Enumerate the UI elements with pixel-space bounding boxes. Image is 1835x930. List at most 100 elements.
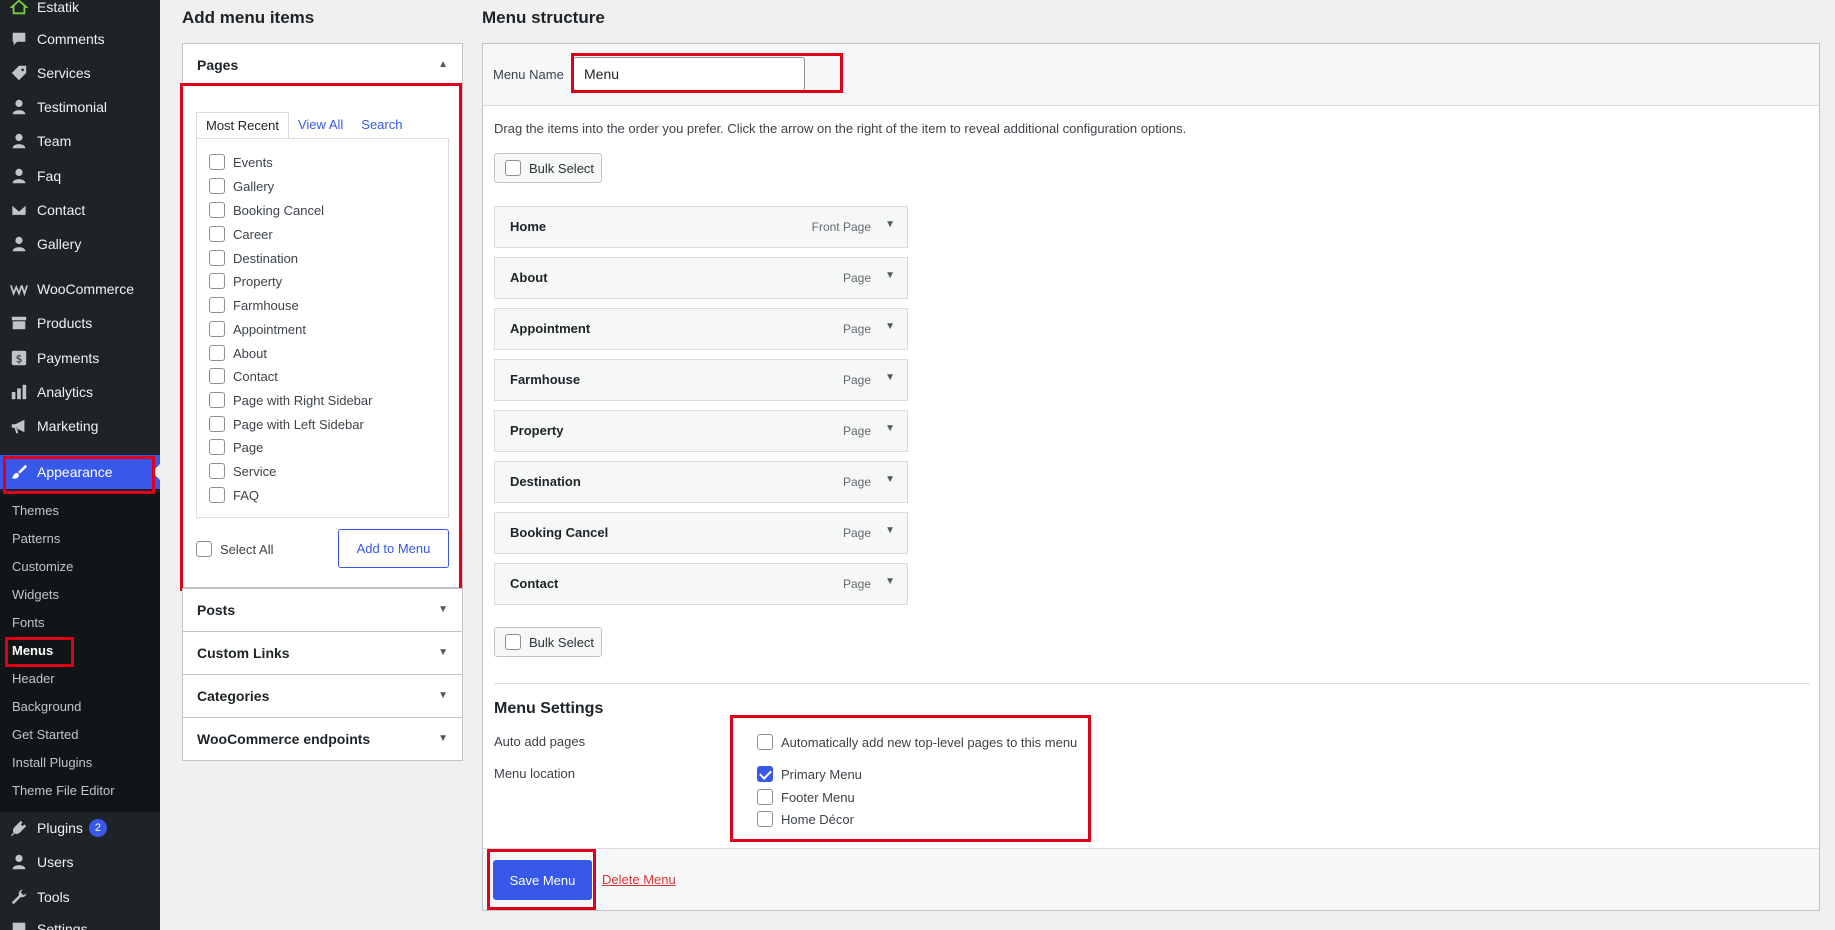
sidebar-item-settings[interactable]: Settings	[0, 912, 160, 930]
sidebar-item-gallery[interactable]: Gallery	[0, 227, 160, 261]
page-checkbox[interactable]	[209, 439, 225, 455]
page-checkbox[interactable]	[209, 250, 225, 266]
chevron-down-icon[interactable]: ▼	[885, 219, 895, 230]
chevron-down-icon[interactable]: ▼	[885, 423, 895, 434]
list-item[interactable]: Page	[209, 439, 263, 455]
submenu-theme-file-editor[interactable]: Theme File Editor	[12, 783, 115, 798]
menu-item-row[interactable]: Destination Page ▼	[494, 461, 908, 503]
list-item[interactable]: Destination	[209, 250, 298, 266]
menu-item-row[interactable]: Appointment Page ▼	[494, 308, 908, 350]
page-checkbox[interactable]	[209, 392, 225, 408]
auto-add-box[interactable]	[757, 734, 773, 750]
delete-menu-link[interactable]: Delete Menu	[602, 872, 676, 887]
sidebar-item-payments[interactable]: $ Payments	[0, 341, 160, 375]
submenu-patterns[interactable]: Patterns	[12, 531, 60, 546]
bulk-select-checkbox[interactable]	[505, 160, 521, 176]
tab-most-recent[interactable]: Most Recent	[196, 112, 289, 139]
sidebar-item-tools[interactable]: Tools	[0, 880, 160, 914]
bulk-select-button-bottom[interactable]: Bulk Select	[494, 627, 602, 657]
submenu-widgets[interactable]: Widgets	[12, 587, 59, 602]
posts-accordion[interactable]: Posts ▼	[182, 588, 463, 632]
sidebar-item-estatik[interactable]: Estatik	[0, 0, 160, 24]
sidebar-item-users[interactable]: Users	[0, 845, 160, 879]
sidebar-item-appearance[interactable]: Appearance	[0, 455, 160, 489]
list-item[interactable]: Page with Left Sidebar	[209, 416, 364, 432]
menu-item-row[interactable]: Contact Page ▼	[494, 563, 908, 605]
submenu-install-plugins[interactable]: Install Plugins	[12, 755, 92, 770]
menu-item-row[interactable]: Home Front Page ▼	[494, 206, 908, 248]
submenu-header[interactable]: Header	[12, 671, 55, 686]
submenu-get-started[interactable]: Get Started	[12, 727, 78, 742]
menu-name-input[interactable]: Menu	[573, 57, 805, 91]
primary-menu-box[interactable]	[757, 766, 773, 782]
list-item[interactable]: Events	[209, 154, 273, 170]
submenu-menus[interactable]: Menus	[12, 643, 53, 658]
save-menu-button[interactable]: Save Menu	[493, 860, 592, 900]
tab-search[interactable]: Search	[352, 112, 411, 139]
sidebar-item-testimonial[interactable]: Testimonial	[0, 90, 160, 124]
list-item[interactable]: Gallery	[209, 178, 274, 194]
location-footer-checkbox[interactable]: Footer Menu	[757, 789, 855, 805]
menu-item-row[interactable]: About Page ▼	[494, 257, 908, 299]
list-item[interactable]: Page with Right Sidebar	[209, 392, 372, 408]
sidebar-item-products[interactable]: Products	[0, 306, 160, 340]
woocommerce-endpoints-accordion[interactable]: WooCommerce endpoints ▼	[182, 717, 463, 761]
sidebar-item-contact[interactable]: Contact	[0, 193, 160, 227]
tab-view-all[interactable]: View All	[289, 112, 352, 139]
page-checkbox[interactable]	[209, 154, 225, 170]
list-item[interactable]: Property	[209, 273, 282, 289]
page-checkbox[interactable]	[209, 297, 225, 313]
sidebar-item-plugins[interactable]: Plugins 2	[0, 811, 160, 845]
categories-accordion[interactable]: Categories ▼	[182, 674, 463, 718]
list-item[interactable]: Career	[209, 226, 273, 242]
location-home-decor-checkbox[interactable]: Home Décor	[757, 811, 854, 827]
home-decor-box[interactable]	[757, 811, 773, 827]
submenu-background[interactable]: Background	[12, 699, 81, 714]
list-item[interactable]: FAQ	[209, 487, 259, 503]
chevron-down-icon[interactable]: ▼	[885, 576, 895, 587]
menu-item-row[interactable]: Farmhouse Page ▼	[494, 359, 908, 401]
list-item[interactable]: Booking Cancel	[209, 202, 324, 218]
sidebar-item-analytics[interactable]: Analytics	[0, 375, 160, 409]
chevron-down-icon[interactable]: ▼	[885, 474, 895, 485]
page-checkbox[interactable]	[209, 321, 225, 337]
chevron-down-icon[interactable]: ▼	[885, 525, 895, 536]
location-primary-checkbox[interactable]: Primary Menu	[757, 766, 862, 782]
sidebar-item-team[interactable]: Team	[0, 124, 160, 158]
bulk-select-checkbox[interactable]	[505, 634, 521, 650]
submenu-customize[interactable]: Customize	[12, 559, 73, 574]
page-checkbox[interactable]	[209, 273, 225, 289]
submenu-fonts[interactable]: Fonts	[12, 615, 45, 630]
list-item[interactable]: Appointment	[209, 321, 306, 337]
list-item[interactable]: Farmhouse	[209, 297, 299, 313]
list-item[interactable]: Service	[209, 463, 276, 479]
add-to-menu-button[interactable]: Add to Menu	[338, 529, 449, 568]
bulk-select-button-top[interactable]: Bulk Select	[494, 153, 602, 183]
page-checkbox[interactable]	[209, 226, 225, 242]
footer-menu-box[interactable]	[757, 789, 773, 805]
menu-item-row[interactable]: Property Page ▼	[494, 410, 908, 452]
list-item[interactable]: Contact	[209, 368, 278, 384]
sidebar-item-woocommerce[interactable]: WooCommerce	[0, 272, 160, 306]
page-checkbox[interactable]	[209, 463, 225, 479]
select-all-box[interactable]	[196, 541, 212, 557]
page-checkbox[interactable]	[209, 345, 225, 361]
pages-accordion-title[interactable]: Pages ▲	[183, 44, 462, 86]
submenu-themes[interactable]: Themes	[12, 503, 59, 518]
list-item[interactable]: About	[209, 345, 267, 361]
chevron-down-icon[interactable]: ▼	[885, 321, 895, 332]
sidebar-item-faq[interactable]: Faq	[0, 159, 160, 193]
auto-add-checkbox[interactable]: Automatically add new top-level pages to…	[757, 734, 1077, 750]
menu-item-row[interactable]: Booking Cancel Page ▼	[494, 512, 908, 554]
page-checkbox[interactable]	[209, 178, 225, 194]
select-all-checkbox[interactable]: Select All	[196, 541, 273, 557]
page-checkbox[interactable]	[209, 202, 225, 218]
chevron-down-icon[interactable]: ▼	[885, 372, 895, 383]
chevron-down-icon[interactable]: ▼	[885, 270, 895, 281]
sidebar-item-comments[interactable]: Comments	[0, 22, 160, 56]
custom-links-accordion[interactable]: Custom Links ▼	[182, 631, 463, 675]
page-checkbox[interactable]	[209, 487, 225, 503]
page-checkbox[interactable]	[209, 416, 225, 432]
sidebar-item-services[interactable]: Services	[0, 56, 160, 90]
page-checkbox[interactable]	[209, 368, 225, 384]
